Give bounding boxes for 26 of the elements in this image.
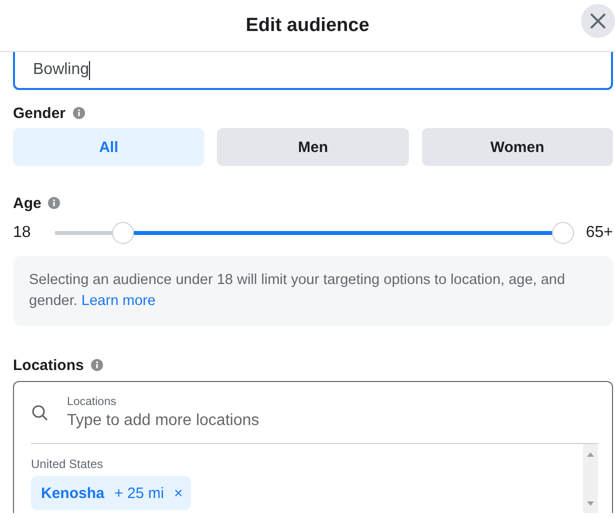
- slider-thumb[interactable]: [552, 222, 574, 244]
- age-max: 65+: [586, 224, 613, 242]
- age-min: 18: [13, 224, 31, 242]
- country-label: United States: [31, 457, 104, 471]
- scroll-up-icon[interactable]: [587, 452, 594, 457]
- scrollbar[interactable]: [583, 444, 598, 513]
- location-chip[interactable]: Kenosha + 25 mi ×: [31, 476, 191, 510]
- section-label: Locations: [13, 356, 84, 374]
- field-label: Locations: [67, 396, 118, 408]
- dialog-title: Edit audience: [246, 14, 370, 36]
- notice-text: Selecting an audience under 18 will limit your targeting options to location, age, and gender. Learn more: [29, 271, 566, 311]
- search-icon: [31, 404, 49, 422]
- scroll-down-icon[interactable]: [587, 501, 594, 506]
- slider-thumb[interactable]: [112, 222, 134, 244]
- interest-field[interactable]: Bowling: [13, 52, 613, 90]
- close-icon: [588, 11, 608, 31]
- section-label: Age: [13, 194, 42, 212]
- section-label: Gender: [13, 104, 66, 122]
- learn-more-link[interactable]: Learn more: [81, 293, 156, 309]
- gender-option[interactable]: All: [13, 128, 204, 166]
- info-icon[interactable]: [90, 359, 103, 371]
- gender-option[interactable]: Men: [217, 128, 409, 166]
- close-button[interactable]: [581, 4, 615, 38]
- info-icon[interactable]: [72, 107, 85, 119]
- info-icon[interactable]: [48, 197, 60, 209]
- gender-option[interactable]: Women: [422, 128, 613, 166]
